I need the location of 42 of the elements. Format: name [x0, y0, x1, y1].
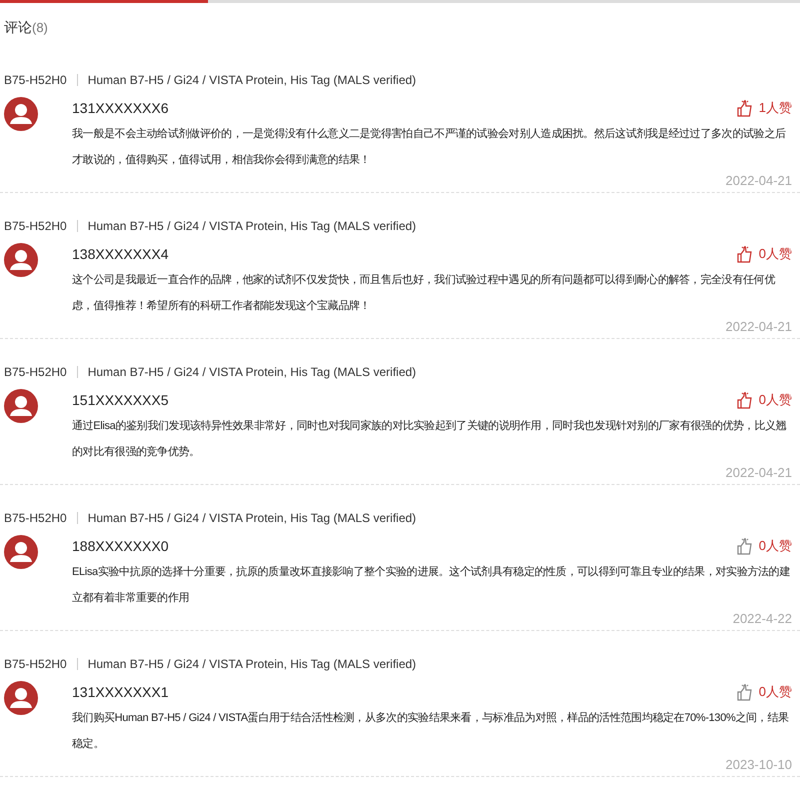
product-name: Human B7-H5 / Gi24 / VISTA Protein, His Tag (MALS verified): [88, 73, 416, 87]
review-date: 2022-04-21: [726, 465, 792, 480]
username: 138XXXXXXX4: [72, 246, 169, 262]
like-count: 0人赞: [758, 537, 792, 555]
product-code: B75-H52H0: [4, 73, 67, 87]
review-date: 2022-4-22: [732, 611, 792, 626]
thumbs-up-icon[interactable]: [736, 392, 753, 408]
thumbs-up-icon[interactable]: [736, 246, 753, 262]
product-code: B75-H52H0: [4, 657, 67, 671]
thumbs-up-icon[interactable]: [736, 100, 753, 116]
product-code: B75-H52H0: [4, 365, 67, 379]
review-text: 我一般是不会主动给试剂做评价的，一是觉得没有什么意义二是觉得害怕自己不严谨的试验会对别人造成困扰。然后这试剂我是经过过了多次的试验之后才敢说的，值得购买，值得试用，相信我你会得到满意的结果！: [72, 126, 787, 168]
username: 151XXXXXXX5: [72, 392, 169, 408]
comments-count: (8): [32, 20, 48, 35]
username: 131XXXXXXX6: [72, 100, 169, 116]
product-name: Human B7-H5 / Gi24 / VISTA Protein, His Tag (MALS verified): [88, 365, 416, 379]
thumbs-up-icon[interactable]: [736, 684, 753, 700]
product-code: B75-H52H0: [4, 219, 67, 233]
review-text: ELisa实验中抗原的选择十分重要，抗原的质量改坏直接影响了整个实验的进展。这个试剂具有稳定的性质，可以得到可靠且专业的结果，对实验方法的建立都有着非常重要的作用: [72, 564, 792, 606]
username: 131XXXXXXX1: [72, 684, 169, 700]
review-date: 2022-04-21: [726, 319, 792, 334]
product-code: B75-H52H0: [4, 511, 67, 525]
review-date: 2022-04-21: [726, 173, 792, 188]
review-text: 通过Elisa的鉴别我们发现该特异性效果非常好，同时也对我同家族的对比实验起到了关键的说明作用，同时我也发现针对别的厂家有很强的优势，比义翘的对比有很强的竞争优势。: [72, 418, 788, 460]
avatar-icon: [4, 243, 38, 277]
avatar-icon: [4, 389, 38, 423]
like-count: 0人赞: [758, 391, 792, 409]
review-text: 我们购买Human B7-H5 / Gi24 / VISTA蛋白用于结合活性检测，从多次的实验结果来看，与标准品为对照，样品的活性范围均稳定在70%-130%之间，结果稳定。: [72, 710, 790, 752]
review-text: 这个公司是我最近一直合作的品牌，他家的试剂不仅发货快，而且售后也好，我们试验过程中遇见的所有问题都可以得到耐心的解答，完全没有任何优虑，值得推荐！希望所有的科研工作者都能发现这个宝藏品牌！: [72, 272, 776, 314]
like-count: 1人赞: [758, 99, 792, 117]
like-count: 0人赞: [758, 245, 792, 263]
product-name: Human B7-H5 / Gi24 / VISTA Protein, His Tag (MALS verified): [88, 511, 416, 525]
avatar-icon: [4, 97, 38, 131]
comments-heading: 评论: [4, 19, 32, 37]
avatar-icon: [4, 535, 38, 569]
like-count: 0人赞: [758, 683, 792, 701]
avatar-icon: [4, 681, 38, 715]
product-name: Human B7-H5 / Gi24 / VISTA Protein, His Tag (MALS verified): [88, 219, 416, 233]
username: 188XXXXXXX0: [72, 538, 169, 554]
review-date: 2023-10-10: [726, 757, 792, 772]
product-name: Human B7-H5 / Gi24 / VISTA Protein, His Tag (MALS verified): [88, 657, 416, 671]
thumbs-up-icon[interactable]: [736, 538, 753, 554]
